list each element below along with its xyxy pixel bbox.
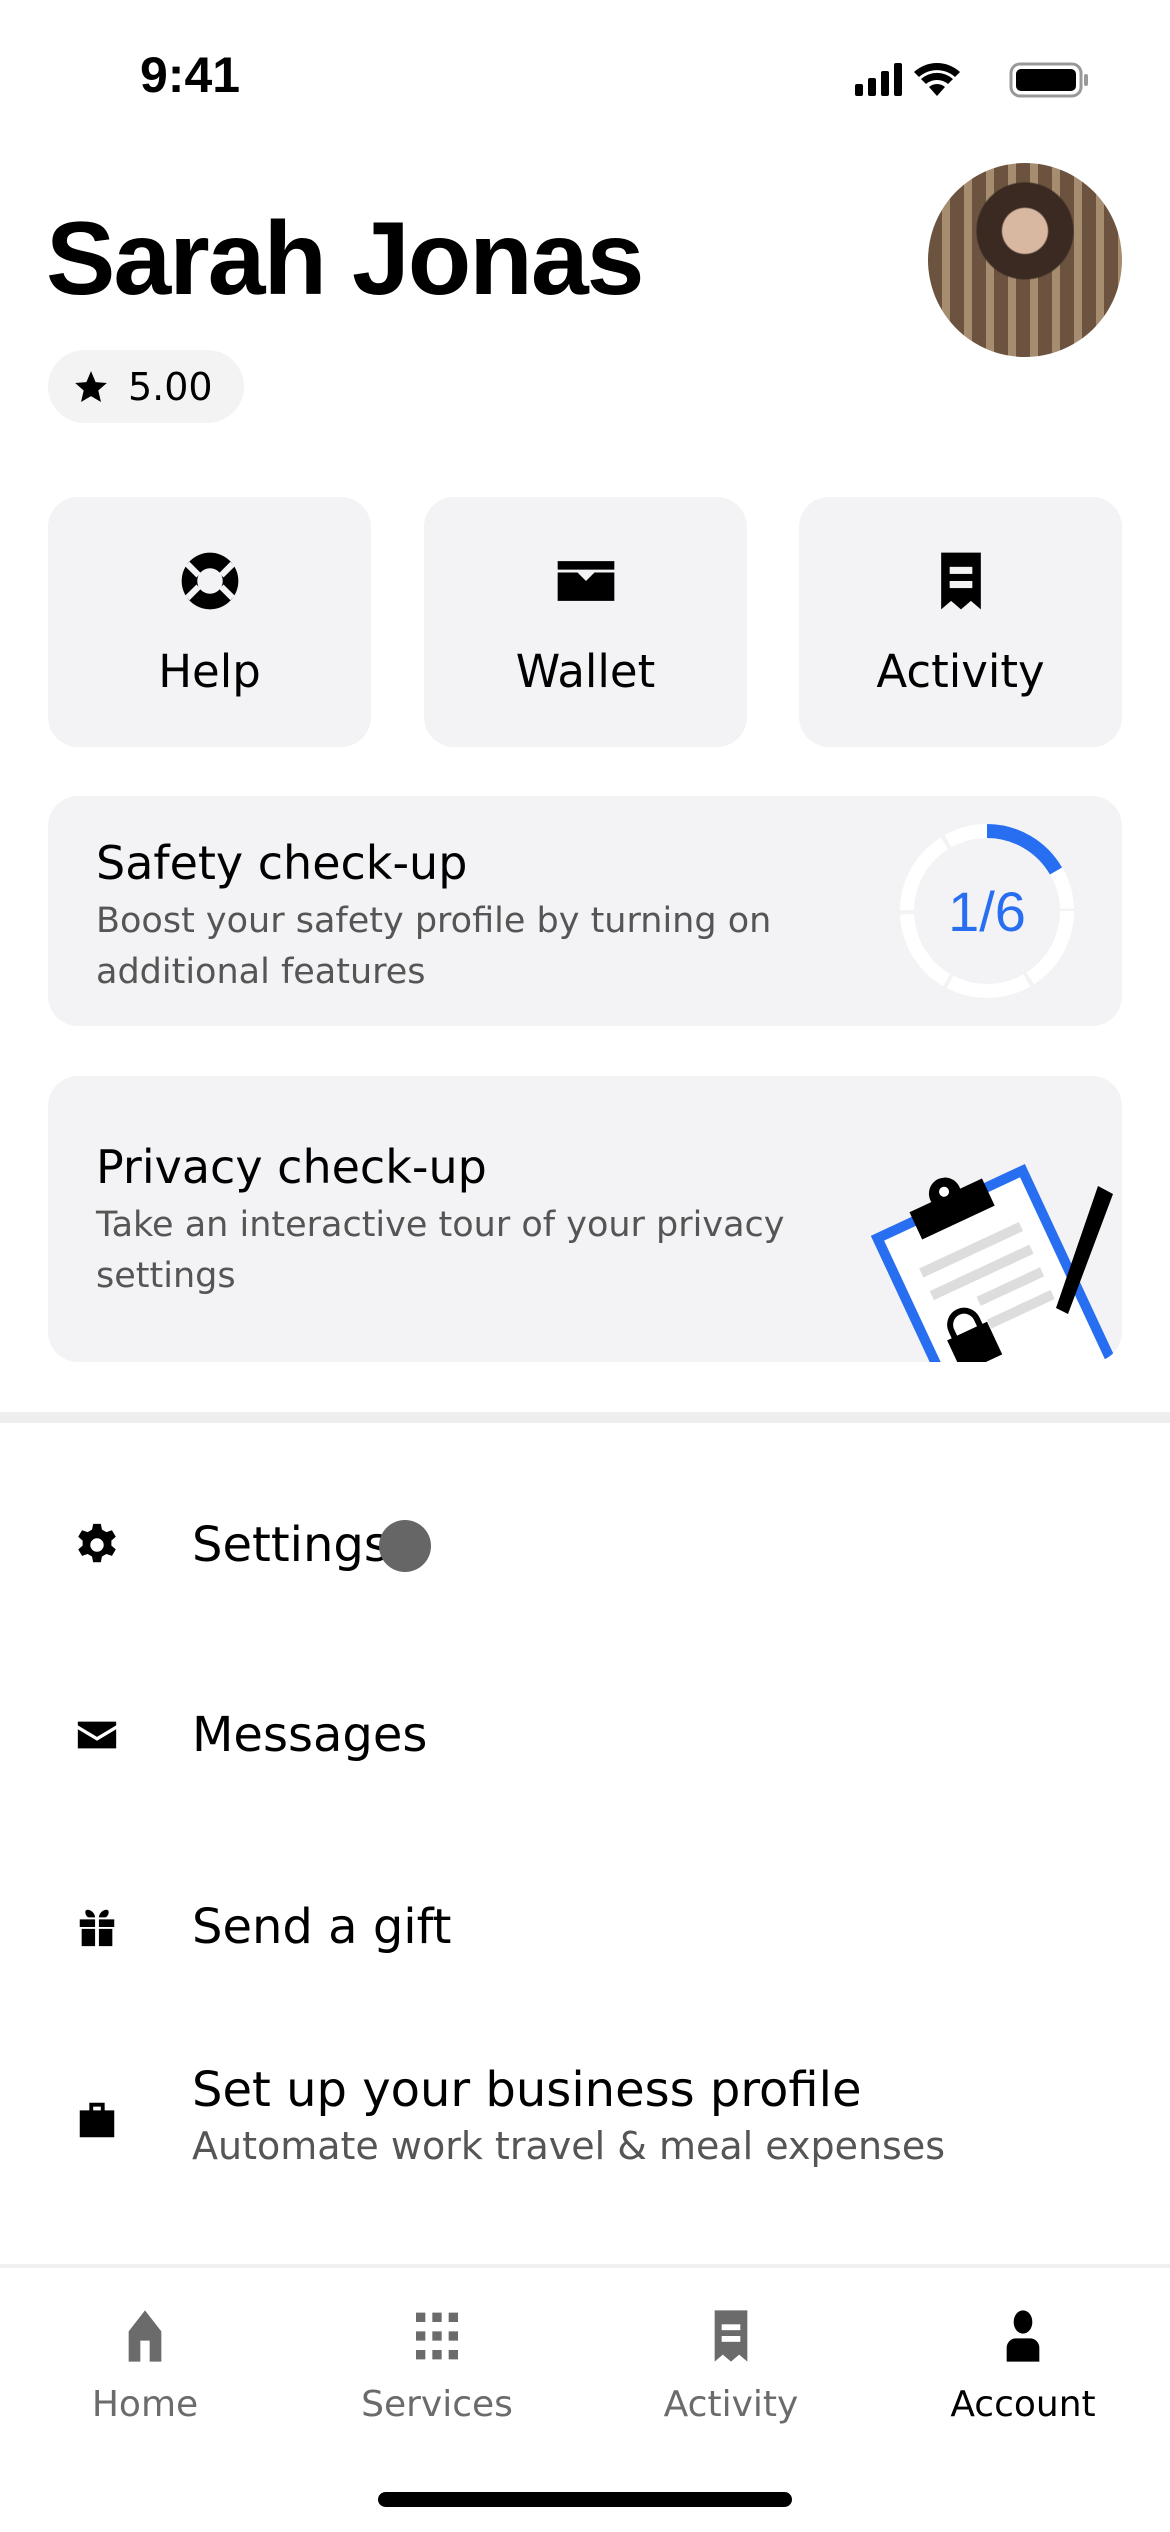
menu-item-settings[interactable]: Settings [0,1485,1170,1605]
safety-subtitle: Boost your safety profile by turning on … [96,901,772,992]
section-divider [0,1412,1170,1423]
business-profile-subtitle: Automate work travel & meal expenses [192,2124,946,2168]
help-label: Help [158,644,261,698]
briefcase-icon [72,2095,122,2145]
privacy-checkup-card[interactable]: Privacy check-up Take an interactive tou… [48,1076,1122,1362]
wallet-icon [557,560,614,601]
clipboard-lock-illustration [870,1163,1122,1362]
menu-item-send-gift[interactable]: Send a gift [0,1867,1170,1987]
touch-indicator [379,1520,431,1572]
safety-title: Safety check-up [96,836,468,890]
profile-name: Sarah Jonas [46,201,645,317]
gear-icon [72,1520,122,1570]
avatar[interactable] [928,163,1122,357]
nav-account-label: Account [950,2384,1096,2425]
settings-label: Settings [192,1517,389,1573]
gift-icon [72,1902,122,1952]
receipt-icon [940,552,981,609]
rating-value: 5.00 [128,364,213,409]
nav-services[interactable]: Services [327,2308,547,2425]
home-icon [128,2310,162,2362]
status-icons [855,60,1095,104]
wallet-label: Wallet [515,644,656,698]
star-icon [75,370,107,402]
status-time: 9:41 [140,47,241,103]
receipt-icon [714,2310,748,2362]
privacy-title: Privacy check-up [96,1140,487,1194]
envelope-icon [72,1710,122,1760]
privacy-subtitle: Take an interactive tour of your privacy… [96,1205,785,1296]
business-profile-label: Set up your business profile [192,2062,862,2118]
help-tile[interactable]: Help [48,497,371,747]
grid-icon [416,2312,458,2360]
rating-badge: 5.00 [48,350,244,423]
safety-progress-text: 1/6 [948,880,1026,943]
menu-item-messages[interactable]: Messages [0,1675,1170,1795]
person-icon [1006,2310,1040,2362]
lifebuoy-icon [181,552,238,609]
messages-label: Messages [192,1707,428,1763]
signal-wifi-battery-icon [855,62,1088,98]
wallet-tile[interactable]: Wallet [424,497,747,747]
send-gift-label: Send a gift [192,1899,452,1955]
home-indicator [378,2492,792,2507]
safety-checkup-card[interactable]: Safety check-up Boost your safety profil… [48,796,1122,1026]
nav-activity[interactable]: Activity [621,2308,841,2425]
activity-label: Activity [876,644,1045,698]
safety-progress-ring: 1/6 [900,824,1074,998]
nav-home[interactable]: Home [35,2308,255,2425]
nav-services-label: Services [361,2384,513,2425]
activity-tile[interactable]: Activity [799,497,1122,747]
nav-account[interactable]: Account [913,2308,1133,2425]
menu-item-business-profile[interactable]: Set up your business profile Automate wo… [0,2040,1170,2200]
nav-home-label: Home [91,2384,199,2425]
nav-activity-label: Activity [663,2384,799,2425]
